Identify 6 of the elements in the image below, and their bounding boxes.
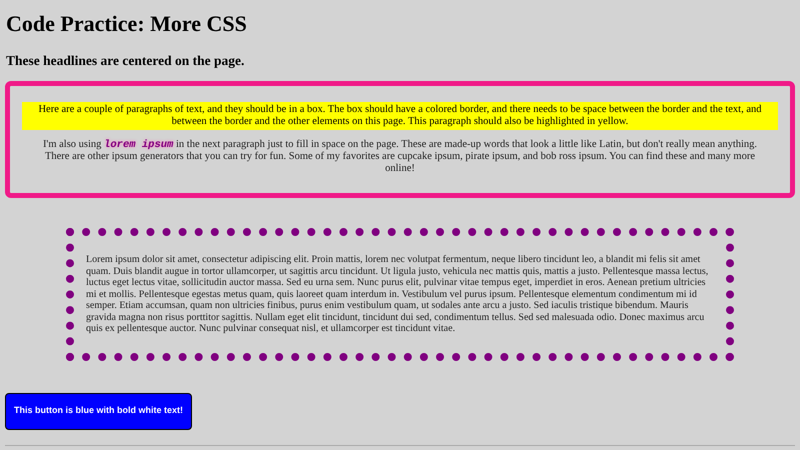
paragraph: I'm also using lorem ipsum in the next paragraph just to fill in space on the page. These are made-up words that look a little like Latin, but don't really mean anything. There are other ipsum generators that you can try for fun. Some of my favorites are cupcake ipsum, pirate ipsum, and bob ross ipsum. You can find these and many more online! [42,139,758,175]
action-button[interactable]: This button is blue with bold white text! [5,392,192,430]
page-heading: Code Practice: More CSS [5,10,248,37]
highlighted-paragraph: Here are a couple of paragraphs of text, and they should be in a box. The box should have a colored border, and there needs to be space between the border and the text, and between the border and the other elements on this page. This paragraph should also be highlighted in yellow. [22,102,778,130]
lorem-ipsum-paragraph: Lorem ipsum dolor sit amet, consectetur adipiscing elit. Proin mattis, lorem nec volutpat fermentum, neque libero tincidunt leo, a blandit mi felis sit amet quam. Duis blandit augue in tortor ullamcorper, ut sagittis arcu tincidunt. Ut ligula justo, vehicula nec mattis quis, mattis a justo. Pellentesque massa lectus, luctus eget lectus vitae, sollicitudin auctor massa. Sed eu urna sem. Nunc purus elit, pulvinar vitae tempus eget, imperdiet in eros. Aenean pretium ultricies mi et mollis. Pellentesque egestas metus quam, quis laoreet quam interdum in. Vestibulum vel purus ipsum. Pellentesque elementum condimentum mi id semper. Etiam accumsan, quam non ultricies finibus, purus enim vestibulum quam, ut sodales ante arcu a justo. Sed iaculis tristique bibendum. Mauris gravida magna non risus porttitor sagittis. Nullam eget elit tincidunt, tincidunt dui sed, condimentum tellus. Sed sed malesuada odio. Donec maximus arcu quis ex pellentesque auctor. Nunc pulvinar consequat nisl, et ullamcorper est tincidunt vitae. [86,254,710,334]
page-subheading: These headlines are centered on the page. [5,53,246,69]
